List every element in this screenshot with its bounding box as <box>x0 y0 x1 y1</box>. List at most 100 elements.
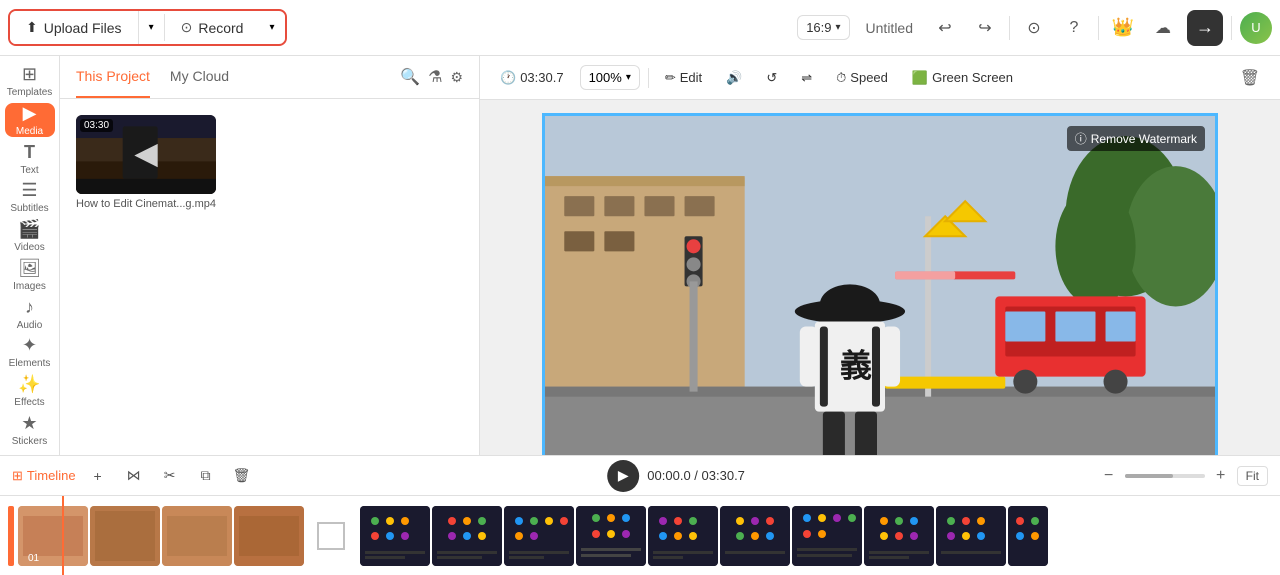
media-grid: 03:30 How to Edit Cinemat...g.mp4 <box>76 115 463 210</box>
play-icon: ▶ <box>618 467 629 484</box>
sidebar-label-audio: Audio <box>17 320 43 331</box>
copy-button[interactable]: ⧉ <box>192 462 220 490</box>
track-loading <box>306 506 356 566</box>
track-indicator <box>8 506 14 566</box>
cloud-button[interactable]: ☁ <box>1147 12 1179 44</box>
sidebar-item-videos[interactable]: 🎬 Videos <box>5 219 55 254</box>
edit-button[interactable]: ✏ Edit <box>657 66 710 90</box>
main-area: ⊞ Templates ▶ Media T Text ☰ Subtitles 🎬… <box>0 56 1280 455</box>
speed-button[interactable]: ⏱ Speed <box>828 66 896 90</box>
snapshot-button[interactable]: ⊙ <box>1018 12 1050 44</box>
sidebar-item-images[interactable]: 🖼 Images <box>5 258 55 293</box>
undo-icon: ↩ <box>938 18 951 38</box>
green-screen-button[interactable]: 🟩 Green Screen <box>904 66 1021 90</box>
reverse-button[interactable]: ↺ <box>758 66 785 90</box>
time-display-button[interactable]: 🕐 03:30.7 <box>492 66 572 90</box>
sidebar-item-templates[interactable]: ⊞ Templates <box>5 64 55 99</box>
crown-button[interactable]: 👑 <box>1107 12 1139 44</box>
zoom-controls: − + Fit <box>1097 464 1268 488</box>
time-current: 00:00.0 / 03:30.7 <box>647 468 745 483</box>
track-thumb-3 <box>234 506 304 566</box>
minus-icon: − <box>1104 467 1113 485</box>
stickers-icon: ★ <box>21 413 37 434</box>
elements-icon: ✦ <box>22 335 37 356</box>
upload-icon: ⬆ <box>26 19 38 36</box>
images-icon: 🖼 <box>18 258 41 279</box>
search-icon[interactable]: 🔍 <box>400 67 420 87</box>
avatar[interactable]: U <box>1240 12 1272 44</box>
tab-my-cloud[interactable]: My Cloud <box>170 56 229 98</box>
zoom-slider[interactable] <box>1125 474 1205 478</box>
remove-watermark-button[interactable]: ⓘ Remove Watermark <box>1067 126 1205 151</box>
split-icon: ⋈ <box>127 467 141 484</box>
sidebar-item-media[interactable]: ▶ Media <box>5 103 55 138</box>
effect-thumb-5 <box>720 506 790 566</box>
speed-icon: ⏱ <box>836 70 846 86</box>
sidebar-item-stickers[interactable]: ★ Stickers <box>5 412 55 447</box>
play-button[interactable]: ▶ <box>607 460 639 492</box>
sidebar-item-subtitles[interactable]: ☰ Subtitles <box>5 180 55 215</box>
track-thumb-1 <box>90 506 160 566</box>
video-track: 01 <box>18 506 356 566</box>
preview-panel: 🕐 03:30.7 100% ▾ ✏ Edit 🔊 ↺ ⇌ ⏱ <box>480 56 1280 455</box>
sidebar-item-effects[interactable]: ✨ Effects <box>5 374 55 409</box>
timeline-area: ⊞ Timeline + ⋈ ✂ ⧉ 🗑 ▶ 00:00.0 / <box>0 455 1280 575</box>
green-screen-icon: 🟩 <box>912 70 928 86</box>
cloud-icon: ☁ <box>1155 18 1171 38</box>
timeline-toolbar: ⊞ Timeline + ⋈ ✂ ⧉ 🗑 ▶ 00:00.0 / <box>0 456 1280 496</box>
delete-button[interactable]: 🗑 <box>1232 64 1268 92</box>
media-duration: 03:30 <box>80 119 113 132</box>
divider-preview <box>648 68 649 88</box>
redo-button[interactable]: ↪ <box>969 12 1001 44</box>
audio-icon: ♪ <box>25 297 34 318</box>
zoom-in-button[interactable]: + <box>1209 464 1233 488</box>
undo-button[interactable]: ↩ <box>929 12 961 44</box>
media-item[interactable]: 03:30 How to Edit Cinemat...g.mp4 <box>76 115 216 210</box>
ratio-selector[interactable]: 16:9 ▾ <box>797 15 849 40</box>
zoom-out-button[interactable]: − <box>1097 464 1121 488</box>
sidebar-item-audio[interactable]: ♪ Audio <box>5 296 55 331</box>
flip-button[interactable]: ⇌ <box>793 66 820 90</box>
record-button[interactable]: ⊙ Record <box>165 11 260 44</box>
zoom-selector[interactable]: 100% ▾ <box>580 65 640 90</box>
sidebar-item-elements[interactable]: ✦ Elements <box>5 335 55 370</box>
preview-canvas: ⓘ Remove Watermark <box>545 116 1215 455</box>
delete-track-button[interactable]: 🗑 <box>228 462 256 490</box>
add-track-button[interactable]: + <box>84 462 112 490</box>
upload-files-button[interactable]: ⬆ Upload Files <box>10 11 139 44</box>
sidebar-label-subtitles: Subtitles <box>10 203 48 214</box>
left-sidebar: ⊞ Templates ▶ Media T Text ☰ Subtitles 🎬… <box>0 56 60 455</box>
effects-icon: ✨ <box>18 374 40 395</box>
export-arrow-icon: → <box>1196 17 1214 38</box>
sort-icon[interactable]: ⚙ <box>450 69 463 86</box>
speed-label: Speed <box>850 70 888 85</box>
trash-icon: 🗑 <box>1240 70 1260 87</box>
top-right-controls: 16:9 ▾ Untitled ↩ ↪ ⊙ ? 👑 ☁ → U <box>797 10 1272 46</box>
timeline-label: ⊞ Timeline <box>12 468 76 484</box>
filter-icon[interactable]: ⚗ <box>428 67 442 87</box>
tab-this-project[interactable]: This Project <box>76 56 150 98</box>
plus-zoom-icon: + <box>1216 467 1225 485</box>
cut-button[interactable]: ✂ <box>156 462 184 490</box>
templates-icon: ⊞ <box>22 64 37 85</box>
export-button[interactable]: → <box>1187 10 1223 46</box>
edit-label: Edit <box>680 70 702 85</box>
top-bar: ⬆ Upload Files ▾ ⊙ Record ▾ 16:9 ▾ Untit… <box>0 0 1280 56</box>
media-icon: ▶ <box>23 103 37 124</box>
subtitles-icon: ☰ <box>21 180 37 201</box>
preview-time: 03:30.7 <box>520 70 563 85</box>
split-button[interactable]: ⋈ <box>120 462 148 490</box>
fit-button[interactable]: Fit <box>1237 466 1268 486</box>
audio-button[interactable]: 🔊 <box>718 66 750 90</box>
camera-icon: ⊙ <box>1027 18 1040 38</box>
sidebar-item-text[interactable]: T Text <box>5 141 55 176</box>
upload-chevron-button[interactable]: ▾ <box>139 14 165 41</box>
flip-icon: ⇌ <box>801 70 812 86</box>
effect-thumb-3 <box>576 506 646 566</box>
question-icon: ? <box>1070 19 1079 37</box>
preview-toolbar: 🕐 03:30.7 100% ▾ ✏ Edit 🔊 ↺ ⇌ ⏱ <box>480 56 1280 100</box>
help-button[interactable]: ? <box>1058 12 1090 44</box>
edit-icon: ✏ <box>665 70 676 86</box>
record-chevron-button[interactable]: ▾ <box>259 14 284 41</box>
divider-1 <box>1009 16 1010 40</box>
